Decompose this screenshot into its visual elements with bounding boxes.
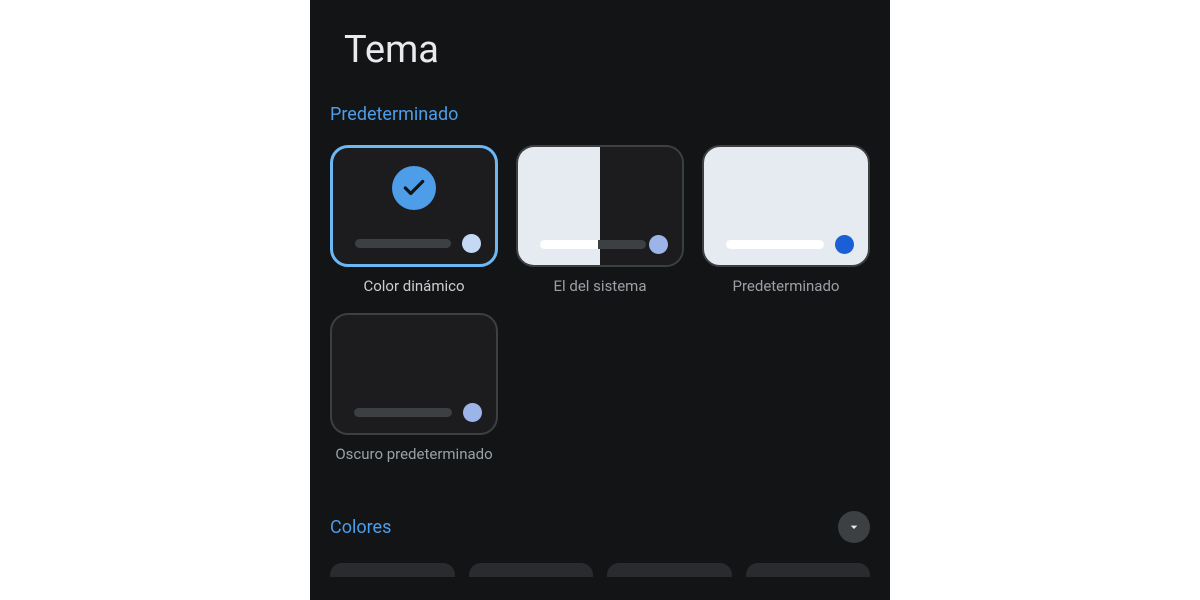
card-preview-dot (649, 235, 668, 254)
color-option[interactable] (746, 563, 871, 577)
card-preview-dot (463, 403, 482, 422)
card-preview-bar (598, 240, 646, 249)
chevron-down-icon (846, 519, 862, 535)
theme-label-dynamic: Color dinámico (363, 277, 464, 295)
page-title: Tema (344, 28, 870, 72)
color-options-row (330, 563, 870, 577)
color-option[interactable] (330, 563, 455, 577)
theme-option-dark[interactable]: Oscuro predeterminado (330, 313, 498, 463)
section-colores: Colores (330, 511, 870, 577)
card-preview-dot (835, 235, 854, 254)
theme-card-dynamic[interactable] (330, 145, 498, 267)
card-preview-dot (462, 234, 481, 253)
theme-option-light[interactable]: Predeterminado (702, 145, 870, 295)
card-preview-bar (726, 240, 824, 249)
check-icon (392, 166, 436, 210)
theme-label-system: El del sistema (554, 277, 647, 295)
theme-option-system[interactable]: El del sistema (516, 145, 684, 295)
card-preview-bar (540, 240, 598, 249)
section-header-colores[interactable]: Colores (330, 511, 870, 543)
card-preview-bar (355, 239, 451, 248)
section-header-predeterminado: Predeterminado (330, 104, 870, 125)
expand-button[interactable] (838, 511, 870, 543)
theme-card-dark[interactable] (330, 313, 498, 435)
theme-option-dynamic[interactable]: Color dinámico (330, 145, 498, 295)
theme-card-system[interactable] (516, 145, 684, 267)
theme-grid: Color dinámico El del sistema Predetermi… (330, 145, 870, 463)
theme-label-light: Predeterminado (733, 277, 840, 295)
theme-card-light[interactable] (702, 145, 870, 267)
section-header-label: Colores (330, 517, 391, 538)
color-option[interactable] (607, 563, 732, 577)
theme-label-dark: Oscuro predeterminado (335, 445, 492, 463)
card-preview-bar (354, 408, 452, 417)
color-option[interactable] (469, 563, 594, 577)
settings-screen: Tema Predeterminado Color dinámico El de… (310, 0, 890, 600)
